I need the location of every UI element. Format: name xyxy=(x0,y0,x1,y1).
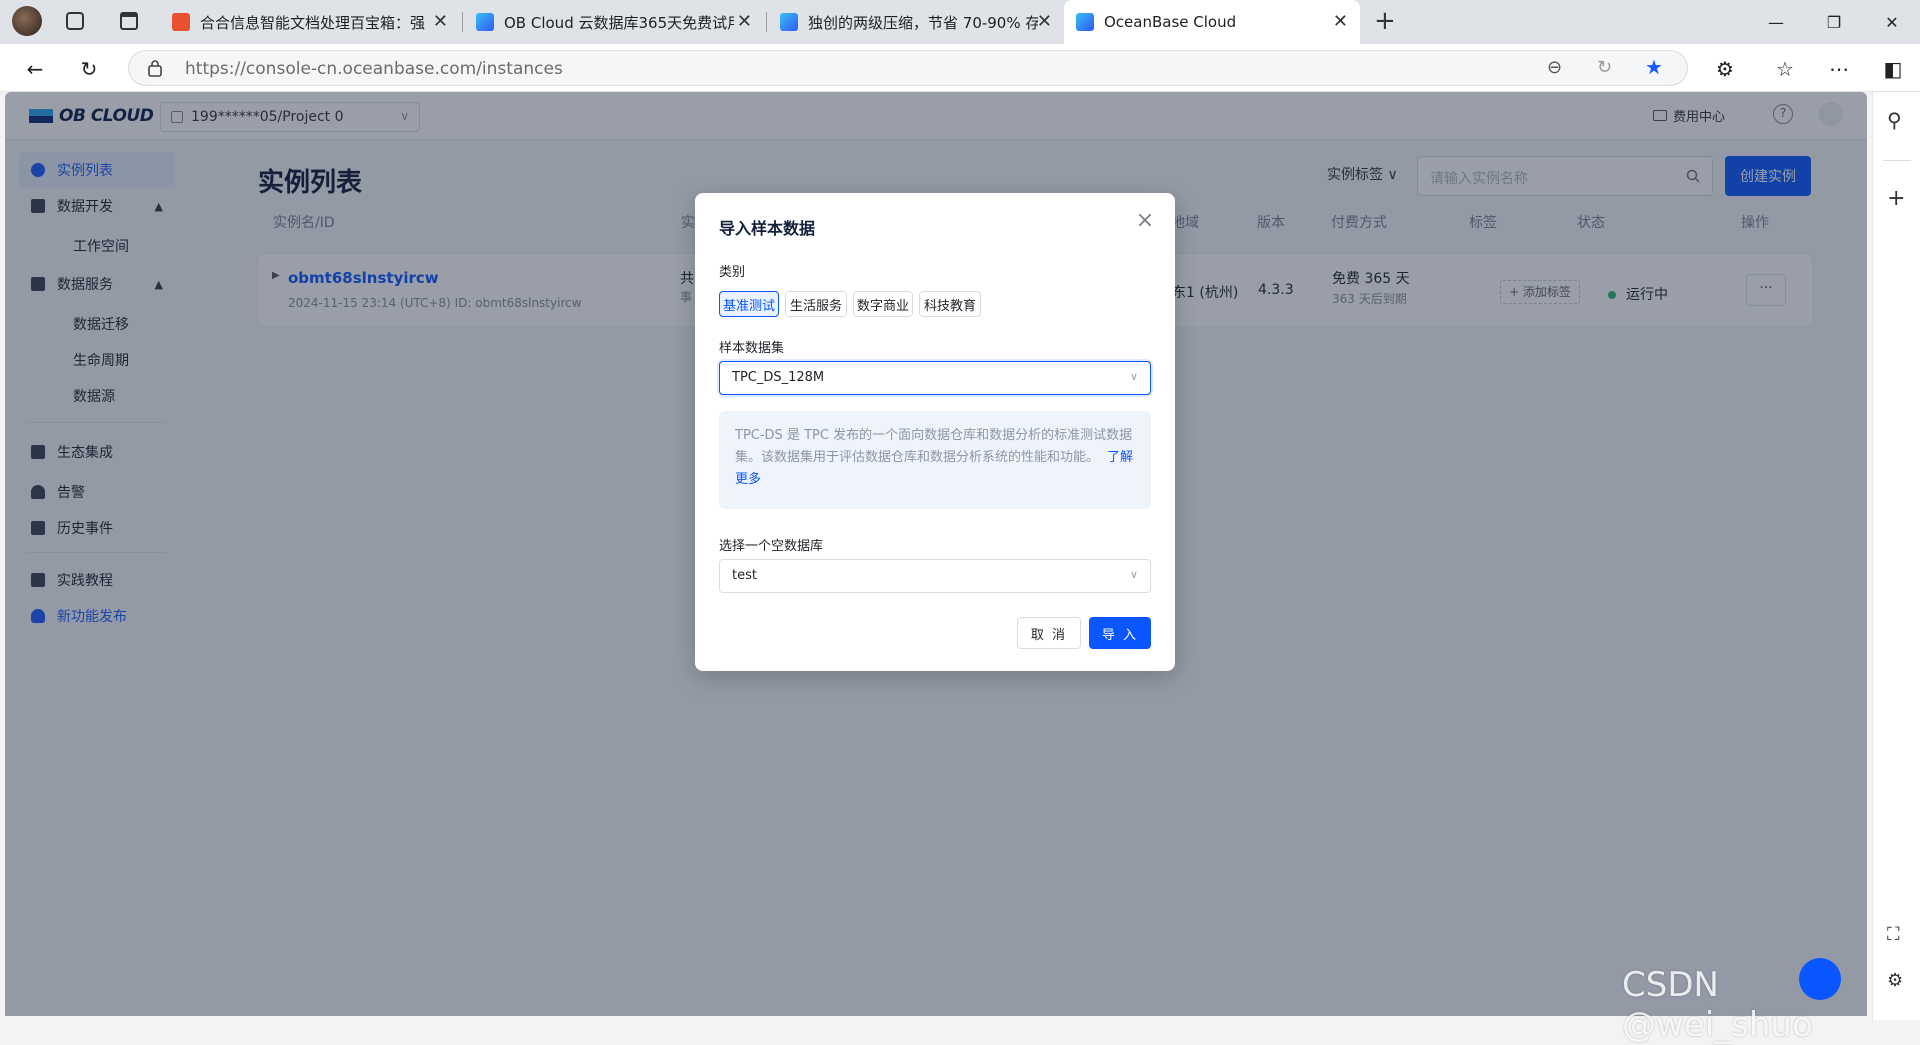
tab-title: 独创的两级压缩，节省 70-90% 存 xyxy=(808,13,1038,32)
dataset-value: TPC_DS_128M xyxy=(732,370,825,385)
tab-title: OceanBase Cloud xyxy=(1104,13,1237,31)
chevron-down-icon: ∨ xyxy=(1129,370,1138,383)
dataset-label: 样本数据集 xyxy=(719,341,785,356)
dataset-select[interactable]: TPC_DS_128M ∨ xyxy=(719,361,1151,395)
favorite-star-icon[interactable]: ★ xyxy=(1645,55,1663,79)
favicon-icon xyxy=(476,13,494,31)
browser-tab[interactable]: OB Cloud 云数据库365天免费试用 ✕ xyxy=(464,0,764,44)
lock-icon xyxy=(148,60,162,77)
add-icon[interactable]: + xyxy=(1887,186,1905,211)
tab-title: OB Cloud 云数据库365天免费试用 xyxy=(504,13,734,32)
zoom-icon[interactable]: ⊖ xyxy=(1547,57,1562,78)
browser-toolbar: ← ↻ https://console-cn.oceanbase.com/ins… xyxy=(0,44,1920,92)
workspaces-icon[interactable] xyxy=(66,12,84,30)
minimize-icon[interactable]: — xyxy=(1762,10,1790,34)
import-sample-data-dialog: 导入样本数据 × 类别 基准测试 生活服务 数字商业 科技教育 样本数据集 TP… xyxy=(695,193,1175,671)
favicon-icon xyxy=(1076,13,1094,31)
favicon-icon xyxy=(172,13,190,31)
csdn-watermark: CSDN @wei_shuo xyxy=(1622,965,1813,1045)
description-text: TPC-DS 是 TPC 发布的一个面向数据仓库和数据分析的标准测试数据集。该数… xyxy=(735,428,1133,465)
close-tab-icon[interactable]: ✕ xyxy=(737,12,752,32)
chevron-down-icon: ∨ xyxy=(1129,568,1138,581)
profile-avatar[interactable] xyxy=(12,6,42,36)
vertical-tabs-icon[interactable] xyxy=(120,12,138,30)
browser-tab[interactable]: 独创的两级压缩，节省 70-90% 存 ✕ xyxy=(768,0,1064,44)
favicon-icon xyxy=(780,13,798,31)
sidebar-toggle-icon[interactable]: ◧ xyxy=(1880,56,1906,82)
browser-tab-strip: 合合信息智能文档处理百宝箱：强 ✕ OB Cloud 云数据库365天免费试用 … xyxy=(0,0,1920,44)
tab-title: 合合信息智能文档处理百宝箱：强 xyxy=(200,13,426,32)
category-label: 类别 xyxy=(719,265,746,280)
category-chip-life-services[interactable]: 生活服务 xyxy=(785,291,847,317)
extensions-icon[interactable]: ⚙ xyxy=(1712,56,1738,82)
browser-tab[interactable]: 合合信息智能文档处理百宝箱：强 ✕ xyxy=(160,0,460,44)
close-tab-icon[interactable]: ✕ xyxy=(433,12,448,32)
import-button[interactable]: 导 入 xyxy=(1089,617,1151,649)
search-icon[interactable]: ⚲ xyxy=(1887,108,1902,132)
more-menu-icon[interactable]: ⋯ xyxy=(1826,56,1852,82)
close-tab-icon[interactable]: ✕ xyxy=(1333,12,1348,32)
category-chip-tech-education[interactable]: 科技教育 xyxy=(919,291,981,317)
database-value: test xyxy=(732,568,757,583)
restore-icon[interactable]: ❐ xyxy=(1820,10,1848,34)
address-bar[interactable]: https://console-cn.oceanbase.com/instanc… xyxy=(128,50,1688,86)
category-chip-benchmark[interactable]: 基准测试 xyxy=(719,291,779,317)
browser-tab-active[interactable]: OceanBase Cloud ✕ xyxy=(1064,0,1360,44)
dialog-title: 导入样本数据 xyxy=(719,219,816,238)
screenshot-icon[interactable]: ⛶ xyxy=(1887,924,1900,945)
new-tab-icon[interactable]: + xyxy=(1374,6,1396,36)
cancel-button[interactable]: 取 消 xyxy=(1017,617,1081,649)
url-text: https://console-cn.oceanbase.com/instanc… xyxy=(185,59,563,79)
browser-sidebar: ⚲ + ⛶ ⚙ xyxy=(1872,92,1920,1020)
back-icon[interactable]: ← xyxy=(22,56,48,82)
database-label: 选择一个空数据库 xyxy=(719,539,824,554)
close-icon[interactable]: × xyxy=(1135,210,1155,232)
reload-icon[interactable]: ↻ xyxy=(76,56,102,82)
dataset-description: TPC-DS 是 TPC 发布的一个面向数据仓库和数据分析的标准测试数据集。该数… xyxy=(719,411,1151,509)
database-select[interactable]: test ∨ xyxy=(719,559,1151,593)
close-tab-icon[interactable]: ✕ xyxy=(1037,12,1052,32)
category-chip-digital-commerce[interactable]: 数字商业 xyxy=(853,291,913,317)
favorites-icon[interactable]: ☆ xyxy=(1772,56,1798,82)
read-aloud-icon[interactable]: ↻ xyxy=(1597,57,1612,78)
close-window-icon[interactable]: ✕ xyxy=(1878,10,1906,34)
